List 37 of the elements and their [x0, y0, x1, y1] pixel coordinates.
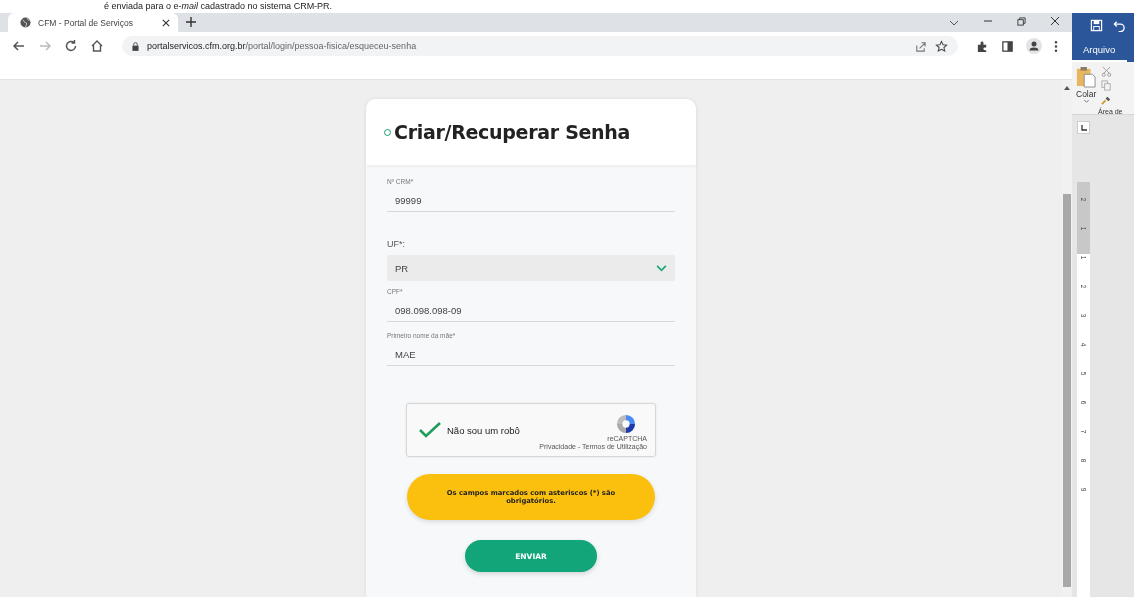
document-text: é enviada para o e-mail cadastrado no sistema CRM-PR. [104, 1, 333, 12]
tab-search-icon[interactable] [949, 20, 959, 26]
scrollbar-thumb[interactable] [1063, 194, 1071, 587]
back-icon[interactable] [12, 39, 26, 53]
close-icon[interactable] [162, 18, 170, 27]
menu-icon[interactable] [1054, 39, 1058, 53]
captcha-label: Não sou um robô [447, 424, 521, 436]
brush-icon[interactable] [1101, 94, 1113, 105]
dropdown[interactable]: PR [387, 255, 675, 281]
address-bar[interactable]: portalservicos.cfm.org.br/portal/login/pessoa-fisica/esqueceu-senha [122, 36, 958, 56]
lock-icon [132, 41, 139, 51]
tab-stop-selector[interactable] [1077, 121, 1090, 134]
corner-icon [1080, 124, 1087, 131]
url-text[interactable]: portalservicos.cfm.org.br/portal/login/pessoa-fisica/esqueceu-senha [147, 41, 417, 51]
paste-icon[interactable] [1076, 66, 1097, 88]
browser-tab[interactable]: CFM - Portal de Serviços [8, 13, 178, 32]
form-title: Criar/Recuperar Senha [394, 121, 631, 143]
input-field[interactable]: 098.098.098-09 [387, 299, 675, 322]
side-panel-icon[interactable] [1001, 39, 1014, 53]
star-icon[interactable] [935, 39, 948, 53]
scroll-up-icon[interactable] [1064, 86, 1070, 90]
profile-icon[interactable] [1026, 38, 1042, 54]
input-field[interactable]: 99999 [387, 189, 675, 212]
globe-icon [20, 17, 31, 28]
save-icon[interactable] [1090, 18, 1103, 32]
reload-icon[interactable] [64, 39, 78, 53]
input-field[interactable]: MAE [387, 343, 675, 366]
close-icon[interactable] [1050, 16, 1060, 26]
restore-icon[interactable] [1017, 17, 1026, 26]
new-tab-icon[interactable] [186, 17, 196, 27]
paste-label[interactable]: Colar [1076, 89, 1097, 99]
chevron-down-icon [656, 264, 667, 272]
share-icon[interactable] [914, 39, 927, 53]
puzzle-icon[interactable] [976, 39, 989, 53]
home-icon[interactable] [90, 39, 104, 53]
recaptcha-logo-icon [615, 414, 637, 434]
field-label: UF*: [387, 238, 406, 251]
